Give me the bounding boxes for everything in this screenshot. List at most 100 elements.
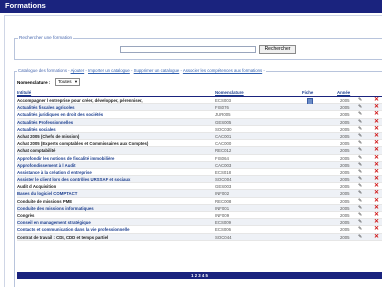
row-title[interactable]: Contacts et communication dans la vie pr… <box>17 226 129 233</box>
table-row: Audit d Acquisition GES003 2005 ✎ ✕ <box>17 183 382 191</box>
row-year: 2005 <box>340 105 350 111</box>
pencil-icon[interactable]: ✎ <box>358 97 362 104</box>
pencil-icon[interactable]: ✎ <box>358 147 362 154</box>
pencil-icon[interactable]: ✎ <box>358 219 362 226</box>
row-title[interactable]: Actualités juridiques en droit des socié… <box>17 111 103 118</box>
row-title[interactable]: Achat comptabilité <box>17 147 55 154</box>
pencil-icon[interactable]: ✎ <box>358 133 362 140</box>
pencil-icon[interactable]: ✎ <box>358 212 362 219</box>
row-code: JUR005 <box>215 112 231 118</box>
row-code: ECS009 <box>215 220 232 226</box>
pencil-icon[interactable]: ✎ <box>358 169 362 176</box>
row-title[interactable]: Audit d Acquisition <box>17 183 56 190</box>
search-input[interactable] <box>120 46 256 53</box>
row-year: 2005 <box>340 184 350 190</box>
row-title[interactable]: Approfondissement à l Audit <box>17 162 76 169</box>
pencil-icon[interactable]: ✎ <box>358 140 362 147</box>
row-title[interactable]: Contrat de travail : CDI, CDD et temps p… <box>17 234 108 241</box>
nomenclature-value: Toutes <box>58 79 72 84</box>
close-icon[interactable]: ✕ <box>374 198 379 205</box>
add-link[interactable]: Ajouter <box>71 68 85 73</box>
pencil-icon[interactable]: ✎ <box>358 155 362 162</box>
close-icon[interactable]: ✕ <box>374 169 379 176</box>
table-row: Achat 2005 (Chefs de mission) CAC001 2005 ✎… <box>17 132 382 141</box>
close-icon[interactable]: ✕ <box>374 162 379 169</box>
import-catalog-link[interactable]: Importer un catalogue <box>88 68 130 73</box>
pencil-icon[interactable]: ✎ <box>358 176 362 183</box>
pencil-icon[interactable]: ✎ <box>358 183 362 190</box>
row-code: INF002 <box>215 191 230 197</box>
close-icon[interactable]: ✕ <box>374 212 379 219</box>
close-icon[interactable]: ✕ <box>374 111 379 118</box>
nomenclature-select[interactable]: Toutes ▼ <box>55 78 80 86</box>
row-code: SOC004 <box>215 177 232 183</box>
table-row: Contrat de travail : CDI, CDD et temps p… <box>17 233 382 241</box>
close-icon[interactable]: ✕ <box>374 126 379 133</box>
row-title[interactable]: Conduite de missions PME <box>17 198 72 205</box>
close-icon[interactable]: ✕ <box>374 133 379 140</box>
row-title[interactable]: Actualités Professionnelles <box>17 119 73 126</box>
close-icon[interactable]: ✕ <box>374 205 379 212</box>
close-icon[interactable]: ✕ <box>374 190 379 197</box>
row-title[interactable]: Accompagner l entreprise pour créer, dév… <box>17 97 143 104</box>
table-row: Approfondir les notions de fiscalité imm… <box>17 155 382 162</box>
close-icon[interactable]: ✕ <box>374 176 379 183</box>
table-row: Approfondissement à l Audit CAC003 2005 ✎ ✕ <box>17 161 382 169</box>
pencil-icon[interactable]: ✎ <box>358 126 362 133</box>
search-button[interactable]: Rechercher <box>259 45 296 54</box>
row-code: ECS018 <box>215 169 232 175</box>
close-icon[interactable]: ✕ <box>374 147 379 154</box>
close-icon[interactable]: ✕ <box>374 234 379 241</box>
row-title[interactable]: Conduite des missions informatiques <box>17 205 94 212</box>
pencil-icon[interactable]: ✎ <box>358 205 362 212</box>
pencil-icon[interactable]: ✎ <box>358 162 362 169</box>
row-year: 2005 <box>340 234 350 240</box>
row-code: CAC000 <box>215 141 232 147</box>
pencil-icon[interactable]: ✎ <box>358 190 362 197</box>
close-icon[interactable]: ✕ <box>374 226 379 233</box>
table-row: Achat comptabilité REC012 2005 ✎ ✕ <box>17 147 382 155</box>
row-code: GES005 <box>215 119 232 125</box>
table-row: Contacts et communication dans la vie pr… <box>17 226 382 234</box>
pencil-icon[interactable]: ✎ <box>358 234 362 241</box>
table-row: Actualités fiscales agricoles FIS076 2005 ✎… <box>17 104 382 112</box>
pencil-icon[interactable]: ✎ <box>358 111 362 118</box>
row-title[interactable]: Approfondir les notions de fiscalité imm… <box>17 155 114 162</box>
row-title[interactable]: Achat 2005 (Chefs de mission) <box>17 133 79 140</box>
row-year: 2005 <box>340 198 350 204</box>
table-row: Assistance à la création d entreprise ECS… <box>17 169 382 177</box>
row-year: 2005 <box>340 126 350 132</box>
row-code: GES003 <box>215 184 232 190</box>
row-title[interactable]: Conseil en management stratégique <box>17 219 91 226</box>
row-title[interactable]: Assistance à la création d entreprise <box>17 169 92 176</box>
table-row: Achat 2005 (Experts comptables et Commis… <box>17 140 382 148</box>
close-icon[interactable]: ✕ <box>374 155 379 162</box>
row-year: 2005 <box>340 155 350 161</box>
row-title[interactable]: Bases du logiciel COMPTACT <box>17 190 77 197</box>
table-row: Accompagner l entreprise pour créer, dév… <box>17 97 382 105</box>
row-year: 2005 <box>340 141 350 147</box>
row-code: SOC044 <box>215 234 232 240</box>
row-title[interactable]: Actualités fiscales agricoles <box>17 104 75 111</box>
delete-catalog-link[interactable]: Supprimer un catalogue <box>134 68 180 73</box>
search-legend: Rechercher une formation <box>18 35 74 41</box>
row-year: 2005 <box>340 169 350 175</box>
row-code: REC012 <box>215 148 232 154</box>
row-year: 2005 <box>340 220 350 226</box>
pagination[interactable]: 1 2 3 4 5 <box>17 272 382 279</box>
row-year: 2005 <box>340 98 350 103</box>
pencil-icon[interactable]: ✎ <box>358 104 362 111</box>
row-title[interactable]: Assister le client lors des contrôles UR… <box>17 176 130 183</box>
pencil-icon[interactable]: ✎ <box>358 226 362 233</box>
pencil-icon[interactable]: ✎ <box>358 198 362 205</box>
close-icon[interactable]: ✕ <box>374 97 379 104</box>
row-title[interactable]: Congrès <box>17 212 34 219</box>
close-icon[interactable]: ✕ <box>374 119 379 126</box>
associate-skills-link[interactable]: Associer les compétences aux formations <box>183 68 262 73</box>
pencil-icon[interactable]: ✎ <box>358 119 362 126</box>
row-title[interactable]: Actualités sociales <box>17 126 56 133</box>
row-code: CAC003 <box>215 162 232 168</box>
table-row: Assister le client lors des contrôles UR… <box>17 176 382 184</box>
chevron-down-icon: ▼ <box>74 79 78 84</box>
row-title[interactable]: Achat 2005 (Experts comptables et Commis… <box>17 140 148 147</box>
